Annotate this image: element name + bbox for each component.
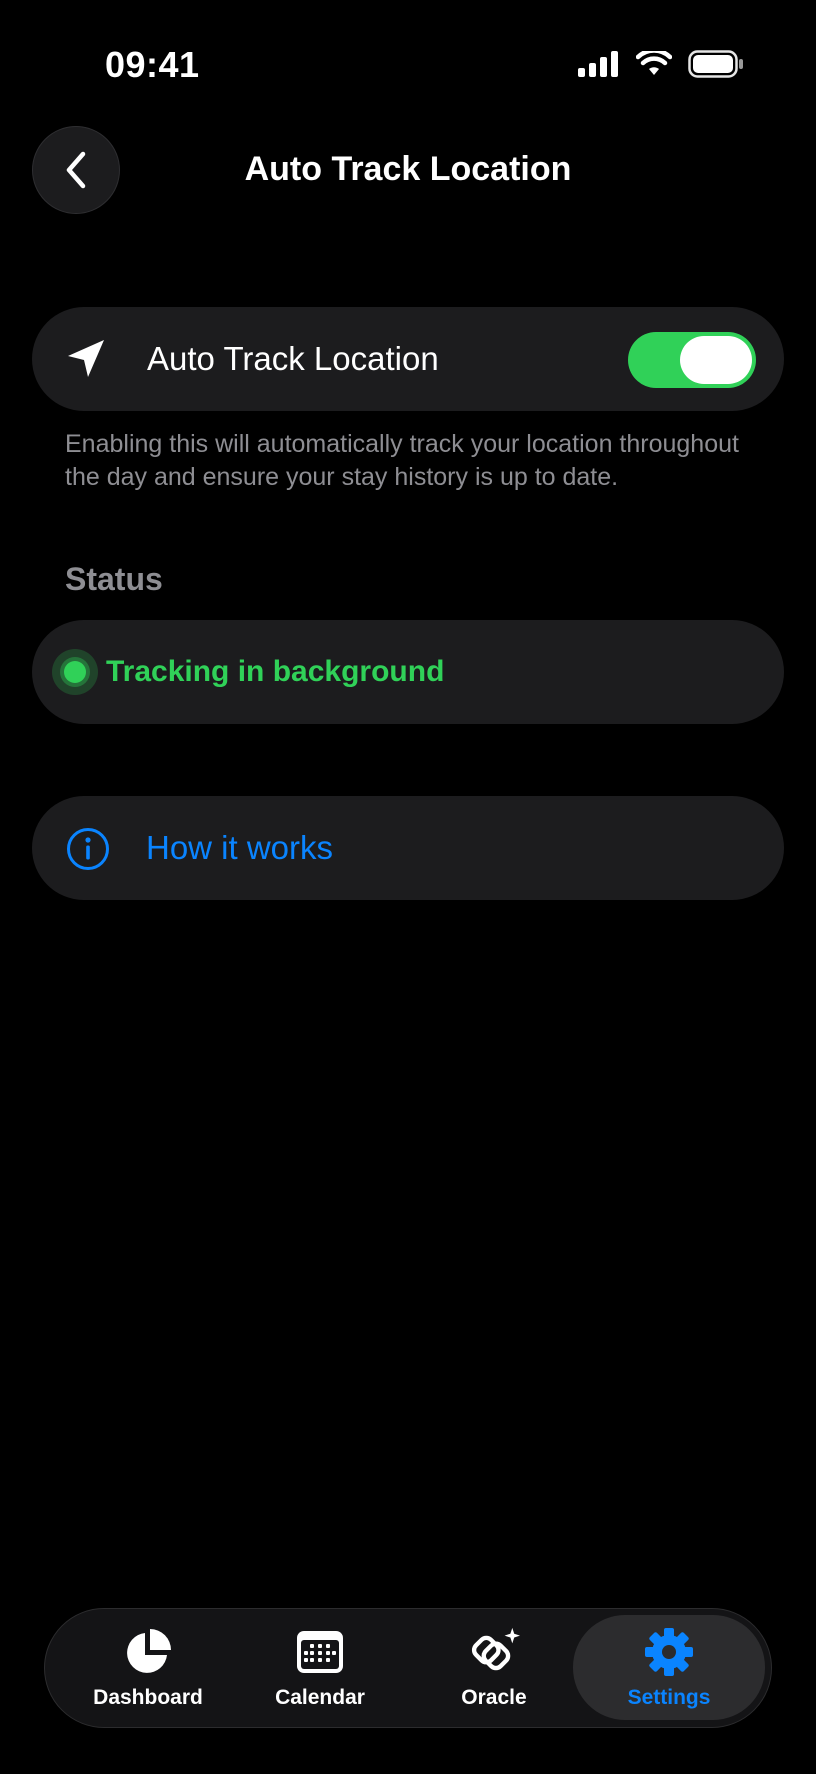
auto-track-description: Enabling this will automatically track y… bbox=[65, 430, 739, 491]
status-bar: 09:41 bbox=[0, 0, 816, 130]
tab-oracle-label: Oracle bbox=[461, 1685, 527, 1709]
how-it-works-button[interactable]: How it works bbox=[32, 796, 784, 900]
tab-calendar-label: Calendar bbox=[275, 1685, 365, 1709]
status-section-label: Status bbox=[65, 561, 163, 597]
tab-dashboard-label: Dashboard bbox=[93, 1685, 203, 1709]
tab-dashboard[interactable]: Dashboard bbox=[63, 1609, 233, 1726]
status-indicator-icon bbox=[52, 649, 98, 695]
oracle-sparkle-icon bbox=[468, 1626, 520, 1678]
pie-chart-icon bbox=[122, 1626, 174, 1678]
cellular-signal-icon bbox=[578, 51, 618, 77]
status-icons bbox=[578, 50, 744, 78]
calendar-icon bbox=[294, 1626, 346, 1678]
tab-settings[interactable]: Settings bbox=[573, 1615, 765, 1720]
gear-icon bbox=[643, 1626, 695, 1678]
auto-track-toggle-row[interactable]: Auto Track Location bbox=[32, 307, 784, 411]
page-title: Auto Track Location bbox=[244, 150, 572, 188]
tracking-status-row: Tracking in background bbox=[32, 620, 784, 724]
status-time: 09:41 bbox=[105, 44, 200, 85]
location-arrow-icon bbox=[68, 340, 104, 377]
how-it-works-label: How it works bbox=[146, 829, 334, 866]
battery-icon bbox=[688, 50, 743, 78]
auto-track-label: Auto Track Location bbox=[147, 340, 439, 377]
auto-track-toggle[interactable] bbox=[628, 332, 756, 388]
info-circle-icon bbox=[67, 828, 109, 870]
tab-settings-label: Settings bbox=[627, 1685, 711, 1709]
tab-oracle[interactable]: Oracle bbox=[409, 1609, 579, 1726]
tracking-status-text: Tracking in background bbox=[106, 655, 445, 688]
tab-calendar[interactable]: Calendar bbox=[235, 1609, 405, 1726]
toggle-knob bbox=[680, 336, 752, 384]
wifi-icon bbox=[636, 51, 672, 75]
status-dot bbox=[64, 661, 86, 683]
tab-bar: Dashboard Calendar Oracle Settings bbox=[44, 1608, 772, 1728]
